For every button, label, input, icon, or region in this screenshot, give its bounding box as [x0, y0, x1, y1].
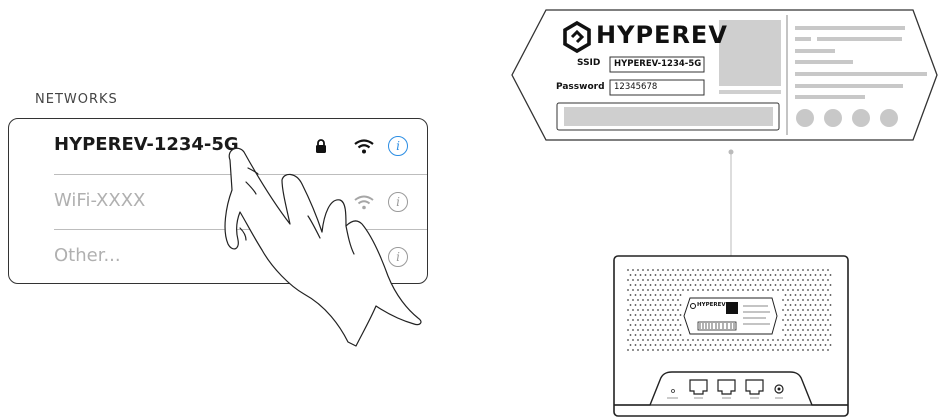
router-label-brand: HYPEREV	[697, 302, 726, 308]
router-illustration	[613, 255, 849, 417]
